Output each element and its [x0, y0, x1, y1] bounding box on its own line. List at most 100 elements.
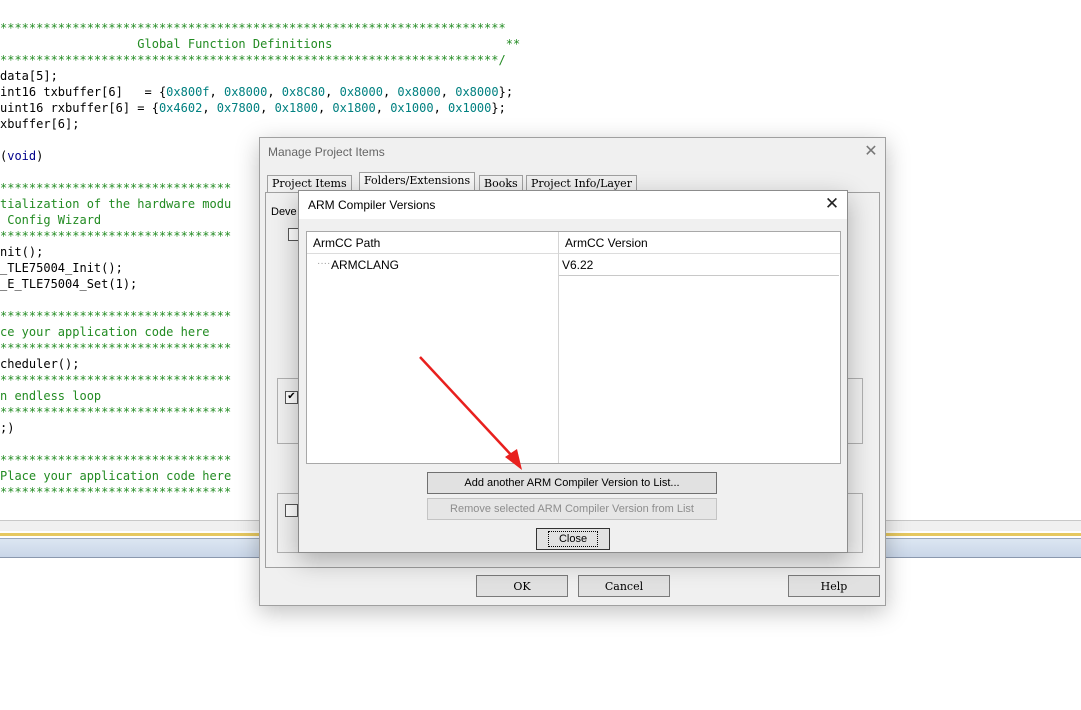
code-token: , — [375, 101, 391, 115]
code-token: , — [209, 85, 224, 99]
code-line: ******************************** — [0, 404, 231, 420]
code-token: _E_TLE75004_Set(1); — [0, 277, 138, 291]
unchecked-checkbox[interactable] — [285, 504, 298, 517]
code-line: uint16 rxbuffer[6] = {0x4602, 0x7800, 0x… — [0, 100, 506, 116]
close-button-label: Close — [547, 531, 599, 547]
code-token: data[5]; — [0, 69, 58, 83]
code-line: ******************************** — [0, 452, 231, 468]
code-token: uint16 rxbuffer[6] = { — [0, 101, 159, 115]
tree-connector: ···· — [317, 258, 331, 269]
code-token: _TLE75004_Init(); — [0, 261, 123, 275]
code-token: ******************************** — [0, 229, 232, 243]
code-token: nit(); — [0, 245, 44, 259]
code-line: ******************************** — [0, 180, 231, 196]
code-token: 0x7800 — [216, 101, 261, 115]
code-token: ******************************** — [0, 341, 232, 355]
code-line: cheduler(); — [0, 356, 79, 372]
code-token: ******************************** — [0, 309, 232, 323]
ok-button[interactable]: OK — [476, 575, 568, 597]
code-line: ****************************************… — [0, 20, 506, 36]
remove-compiler-version-button[interactable]: Remove selected ARM Compiler Version fro… — [427, 498, 717, 520]
code-line: ce your application code here — [0, 324, 210, 340]
code-token: 0x8000 — [339, 85, 383, 99]
code-line: Config Wizard — [0, 212, 101, 228]
code-line: int16 txbuffer[6] = {0x800f, 0x8000, 0x8… — [0, 84, 513, 100]
arm-compiler-versions-dialog: ARM Compiler Versions ✕ ArmCC Path ArmCC… — [298, 190, 848, 553]
code-token: 0x1000 — [448, 101, 492, 115]
code-line: ******************************** — [0, 228, 231, 244]
cancel-button[interactable]: Cancel — [578, 575, 670, 597]
code-token: }; — [498, 85, 514, 99]
column-header-version[interactable]: ArmCC Version — [559, 232, 840, 254]
list-item-path[interactable]: ARMCLANG — [331, 258, 399, 272]
code-token: Config Wizard — [0, 213, 102, 227]
code-token: ******************************** — [0, 453, 232, 467]
code-line: n endless loop — [0, 388, 101, 404]
close-icon[interactable]: ✕ — [863, 143, 879, 159]
code-line: Global Function Definitions ** — [0, 36, 520, 52]
close-icon[interactable]: ✕ — [824, 196, 840, 213]
code-token: , — [325, 85, 340, 99]
code-token: ******************************** — [0, 181, 232, 195]
code-token: , — [440, 85, 456, 99]
code-line: tialization of the hardware modu — [0, 196, 231, 212]
code-token: 0x1000 — [390, 101, 434, 115]
code-token: xbuffer[6]; — [0, 117, 80, 131]
code-token: 0x800f — [166, 85, 210, 99]
code-line: ;) — [0, 420, 14, 436]
code-token: 0x8000 — [223, 85, 268, 99]
code-token: 0x4602 — [158, 101, 203, 115]
column-header-path[interactable]: ArmCC Path — [307, 232, 558, 254]
code-line: _E_TLE75004_Set(1); — [0, 276, 137, 292]
code-token: , — [382, 85, 398, 99]
code-line: _TLE75004_Init(); — [0, 260, 123, 276]
code-token: Global Function Definitions ** — [0, 37, 521, 51]
code-line: ******************************** — [0, 484, 231, 500]
code-line: nit(); — [0, 244, 43, 260]
code-token: Place your application code here — [0, 469, 232, 483]
code-token: , — [260, 101, 275, 115]
tab-folders-extensions[interactable]: Folders/Extensions — [359, 172, 476, 192]
code-line: ******************************** — [0, 340, 231, 356]
code-token: ce your application code here — [0, 325, 210, 339]
code-token: n endless loop — [0, 389, 102, 403]
code-line: ******************************** — [0, 308, 231, 324]
code-token: ******************************** — [0, 485, 232, 499]
code-token: tialization of the hardware modu — [0, 197, 232, 211]
code-token: , — [317, 101, 333, 115]
code-token: ;) — [0, 421, 15, 435]
dialog-title: ARM Compiler Versions — [308, 198, 436, 212]
code-line: xbuffer[6]; — [0, 116, 79, 132]
list-item-version-cell[interactable]: V6.22 — [559, 255, 839, 276]
code-token: }; — [491, 101, 506, 115]
add-compiler-version-button[interactable]: Add another ARM Compiler Version to List… — [427, 472, 717, 494]
code-token: , — [202, 101, 217, 115]
device-label: Deve — [271, 206, 297, 218]
code-token: , — [433, 101, 449, 115]
code-token: int16 txbuffer[6] = { — [0, 85, 167, 99]
code-token: ) — [36, 149, 44, 163]
compiler-list[interactable]: ArmCC Path ArmCC Version ···· ARMCLANG V… — [306, 231, 841, 464]
code-token: 0x8000 — [397, 85, 441, 99]
code-line: ****************************************… — [0, 52, 506, 68]
code-token: cheduler(); — [0, 357, 80, 371]
list-item-version: V6.22 — [562, 258, 594, 272]
code-line: data[5]; — [0, 68, 58, 84]
code-token: 0x1800 — [332, 101, 376, 115]
code-token: ******************************** — [0, 405, 232, 419]
dialog-title: Manage Project Items — [268, 145, 385, 159]
code-token: void — [7, 149, 37, 163]
code-token: ****************************************… — [0, 21, 506, 35]
checked-checkbox[interactable]: ✔ — [285, 391, 298, 404]
code-token: 0x8000 — [455, 85, 499, 99]
code-line: ******************************** — [0, 372, 231, 388]
code-token: 0x1800 — [274, 101, 318, 115]
help-button[interactable]: Help — [788, 575, 880, 597]
code-token: 0x8C80 — [281, 85, 326, 99]
code-line: (void) — [0, 148, 43, 164]
code-line: Place your application code here — [0, 468, 231, 484]
code-token: , — [267, 85, 282, 99]
code-token: ****************************************… — [0, 53, 506, 67]
close-button[interactable]: Close — [536, 528, 610, 550]
code-token: ******************************** — [0, 373, 232, 387]
